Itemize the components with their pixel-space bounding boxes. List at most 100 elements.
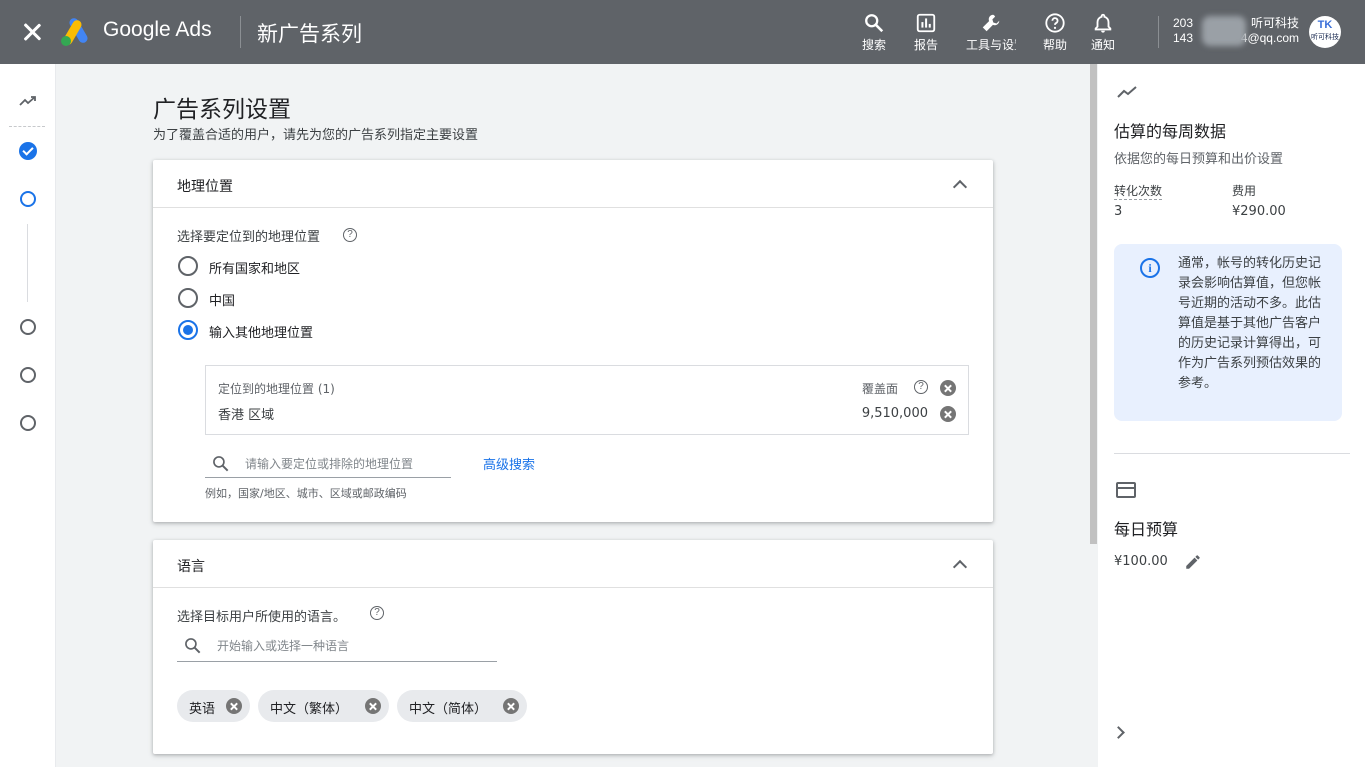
topbar-tools[interactable]: 工具与设置 [966,12,1016,52]
remove-location-icon[interactable] [940,406,956,422]
language-card-header[interactable]: 语言 [153,540,993,588]
avatar[interactable]: TK 听可科技 [1309,16,1341,48]
pencil-icon[interactable] [1184,553,1202,571]
language-chip[interactable]: 英语 [177,690,250,722]
conversions-label[interactable]: 转化次数 [1114,182,1163,200]
radio-label: 中国 [209,294,236,309]
radio-label: 输入其他地理位置 [209,326,314,341]
credit-card-icon [1116,482,1136,498]
language-prompt: 选择目标用户所使用的语言。 [177,610,347,625]
help-circle-icon[interactable]: ? [343,228,357,242]
reports-icon [916,13,936,33]
divider [240,16,241,48]
language-chip[interactable]: 中文（简体） [397,690,527,722]
location-search-hint: 例如，国家/地区、城市、区域或邮政编码 [205,487,407,500]
language-chip[interactable]: 中文（繁体） [258,690,389,722]
step-icon[interactable] [20,367,36,383]
estimates-panel: 估算的每周数据 依据您的每日预算和出价设置 转化次数 费用 3 ¥290.00 … [1098,64,1365,767]
topbar-notifications[interactable]: 通知 [1078,12,1128,52]
step-icon[interactable] [20,415,36,431]
account-id-part: 143 [1173,31,1194,45]
chip-label: 英语 [189,702,216,717]
language-search-input[interactable] [217,636,487,656]
reach-label: 覆盖面 [861,382,898,396]
location-search-input[interactable] [245,454,445,474]
info-text: 通常，帐号的转化历史记录会影响估算值，但您帐号近期的活动不多。此估算值是基于其他… [1178,256,1322,391]
help-circle-icon[interactable]: ? [370,606,384,620]
radio-button-selected[interactable] [178,320,198,340]
radio-button[interactable] [178,256,198,276]
cost-label: 费用 [1232,184,1257,198]
step-complete-icon[interactable] [19,142,37,160]
info-box: i 通常，帐号的转化历史记录会影响估算值，但您帐号近期的活动不多。此估算值是基于… [1114,244,1342,421]
topbar-reports-label: 报告 [913,38,938,52]
account-email: 4@qq.com [1240,31,1299,45]
wrench-icon [982,14,1000,32]
location-card-title: 地理位置 [177,179,233,195]
chip-label: 中文（简体） [409,702,488,717]
location-name: 香港 区域 [218,408,275,423]
search-icon [185,638,201,654]
targeted-locations-box: 定位到的地理位置 (1) 覆盖面 ? 香港 区域 9,510,000 [205,365,969,435]
page-title: 广告系列设置 [153,97,291,123]
radio-label: 所有国家和地区 [209,262,301,277]
topbar-help-label: 帮助 [1042,38,1067,52]
google-ads-logo [61,18,88,46]
chip-label: 中文（繁体） [270,702,349,717]
help-icon [1045,13,1065,33]
topbar-help[interactable]: 帮助 [1030,12,1080,52]
expand-chevron-icon[interactable] [1114,726,1126,738]
close-icon[interactable] [18,18,46,46]
location-prompt: 选择要定位到的地理位置 [177,230,321,245]
page-subtitle: 为了覆盖合适的用户，请先为您的广告系列指定主要设置 [153,128,479,143]
language-card-title: 语言 [177,559,205,575]
redacted-blur [1202,16,1246,46]
remove-chip-icon[interactable] [503,698,519,714]
estimates-subtitle: 依据您的每日预算和出价设置 [1114,152,1284,167]
bell-icon [1094,13,1112,33]
location-reach: 9,510,000 [861,406,928,421]
advanced-search-link[interactable]: 高级搜索 [483,454,535,473]
remove-chip-icon[interactable] [226,698,242,714]
estimates-title: 估算的每周数据 [1114,122,1227,141]
remove-all-icon[interactable] [940,380,956,396]
location-search[interactable] [205,454,451,478]
step-icon[interactable] [20,319,36,335]
language-search[interactable] [177,636,497,662]
location-card-header[interactable]: 地理位置 [153,160,993,208]
topbar-notifications-label: 通知 [1090,38,1115,52]
step-connector [27,224,28,302]
cost-value: ¥290.00 [1232,204,1286,219]
search-icon [865,14,884,33]
conversions-value: 3 [1114,204,1123,219]
topbar-reports[interactable]: 报告 [901,12,951,52]
page-name: 新广告系列 [257,22,362,46]
daily-budget-title: 每日预算 [1114,520,1179,539]
targeted-locations-header: 定位到的地理位置 (1) [218,382,335,396]
trend-icon [1117,86,1137,98]
scrollbar-thumb[interactable] [1090,64,1097,544]
account-id-part: 203 [1173,16,1194,30]
help-circle-icon[interactable]: ? [914,380,928,394]
collapse-chevron-icon[interactable] [953,558,965,570]
location-card: 地理位置 选择要定位到的地理位置 ? 所有国家和地区 中国 输入其他地理位置 定… [153,160,993,522]
avatar-logo-mark: TK [1317,19,1333,31]
avatar-text: 听可科技 [1311,33,1339,41]
collapse-chevron-icon[interactable] [953,178,965,190]
account-name: 听可科技 [1250,16,1299,30]
divider [1114,453,1350,454]
topbar-search[interactable]: 搜索 [849,12,899,52]
step-rail [0,64,56,767]
remove-chip-icon[interactable] [365,698,381,714]
search-icon [213,456,229,472]
daily-budget-value: ¥100.00 [1114,554,1168,569]
step-current-icon[interactable] [20,191,36,207]
topbar-tools-label: 工具与设置 [966,38,1016,52]
info-icon: i [1140,258,1160,278]
topbar-search-label: 搜索 [861,38,886,52]
brand-name: Google Ads [103,18,212,41]
divider [1158,16,1159,48]
top-bar: Google Ads 新广告系列 搜索 报告 工具与设置 帮助 通知 203 听可… [0,0,1365,64]
trend-icon[interactable] [18,94,38,108]
radio-button[interactable] [178,288,198,308]
